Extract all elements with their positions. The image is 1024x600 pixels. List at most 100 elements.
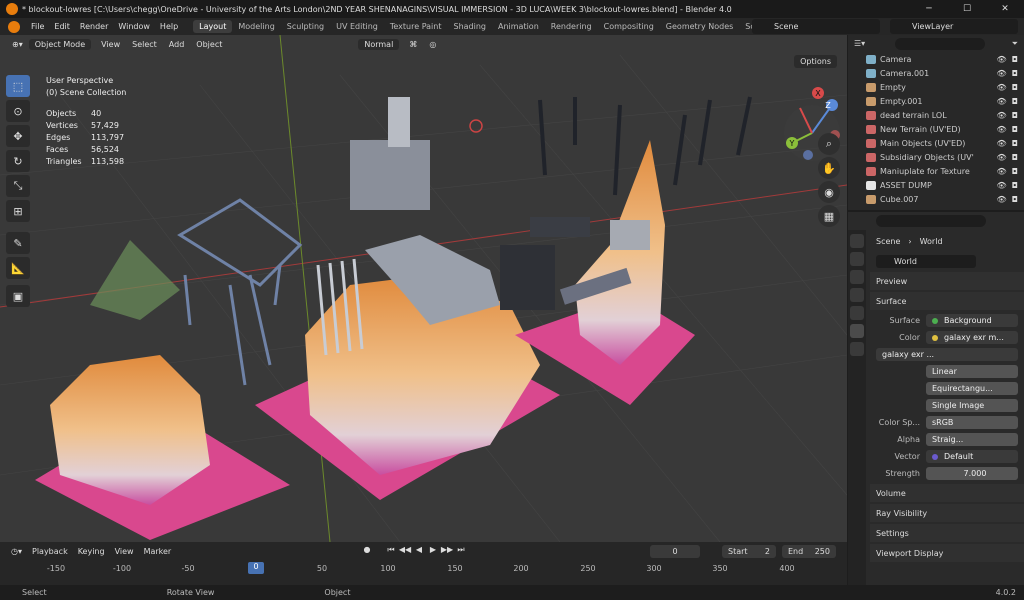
panel-volume[interactable]: Volume (870, 484, 1024, 502)
annotate-tool-icon[interactable]: ✎ (6, 232, 30, 254)
frame-ruler[interactable]: -150 -100 -50 50 100 150 200 250 300 350… (0, 562, 847, 582)
tool-tab-icon[interactable] (850, 234, 864, 248)
options-dropdown[interactable]: Options (794, 55, 837, 68)
camera-view-icon[interactable]: ◉ (818, 181, 840, 203)
prev-key-icon[interactable]: ◀◀ (398, 545, 412, 555)
visibility-eye-icon[interactable]: 👁 (997, 55, 1007, 64)
view-layer-tab-icon[interactable] (850, 288, 864, 302)
end-frame-field[interactable]: End 250 (782, 545, 836, 558)
surface-shader-field[interactable]: Background (926, 314, 1018, 327)
measure-tool-icon[interactable]: 📐 (6, 257, 30, 279)
playhead[interactable]: 0 (248, 562, 264, 574)
visibility-eye-icon[interactable]: 👁 (997, 83, 1007, 92)
start-frame-field[interactable]: Start 2 (722, 545, 776, 558)
move-tool-icon[interactable]: ✥ (6, 125, 30, 147)
properties-search-input[interactable] (876, 215, 986, 227)
panel-ray-visibility[interactable]: Ray Visibility (870, 504, 1024, 522)
tab-modeling[interactable]: Modeling (232, 20, 280, 33)
editor-type-icon[interactable]: ⊕▾ (6, 39, 29, 50)
panel-viewport-display[interactable]: Viewport Display (870, 544, 1024, 562)
render-camera-icon[interactable]: ◘ (1012, 83, 1018, 92)
cursor-tool-icon[interactable]: ⊙ (6, 100, 30, 122)
outliner-item[interactable]: Maniuplate for Texture 👁 ◘ (848, 164, 1024, 178)
jump-start-icon[interactable]: ⏮ (384, 545, 398, 555)
outliner-item[interactable]: Camera 👁 ◘ (848, 52, 1024, 66)
visibility-eye-icon[interactable]: 👁 (997, 181, 1007, 190)
render-camera-icon[interactable]: ◘ (1012, 97, 1018, 106)
panel-surface[interactable]: Surface (870, 292, 1024, 310)
source-dropdown[interactable]: Single Image (926, 399, 1018, 412)
view-layer-selector[interactable]: ViewLayer (890, 19, 1018, 34)
3d-viewport[interactable]: Z Y X ⊕▾ Object Mode View Select Add Obj… (0, 35, 847, 542)
transform-tool-icon[interactable]: ⊞ (6, 200, 30, 222)
strength-field[interactable]: 7.000 (926, 467, 1018, 480)
menu-keying[interactable]: Keying (73, 547, 110, 556)
zoom-icon[interactable]: ⌕ (818, 133, 840, 155)
tab-geometry-nodes[interactable]: Geometry Nodes (660, 20, 739, 33)
scale-tool-icon[interactable]: ⤡ (6, 175, 30, 197)
interpolation-dropdown[interactable]: Linear (926, 365, 1018, 378)
vector-field[interactable]: Default (926, 450, 1018, 463)
render-camera-icon[interactable]: ◘ (1012, 139, 1018, 148)
render-camera-icon[interactable]: ◘ (1012, 167, 1018, 176)
visibility-eye-icon[interactable]: 👁 (997, 167, 1007, 176)
tab-shading[interactable]: Shading (447, 20, 492, 33)
record-icon[interactable]: ● (360, 545, 374, 555)
render-camera-icon[interactable]: ◘ (1012, 111, 1018, 120)
color-space-dropdown[interactable]: sRGB (926, 416, 1018, 429)
play-reverse-icon[interactable]: ◀ (412, 545, 426, 555)
render-camera-icon[interactable]: ◘ (1012, 195, 1018, 204)
next-key-icon[interactable]: ▶▶ (440, 545, 454, 555)
close-button[interactable]: ✕ (986, 0, 1024, 18)
scene-selector[interactable]: Scene (752, 19, 880, 34)
add-cube-tool-icon[interactable]: ▣ (6, 285, 30, 307)
outliner-item[interactable]: Empty.001 👁 ◘ (848, 94, 1024, 108)
menu-add[interactable]: Add (163, 39, 191, 50)
jump-end-icon[interactable]: ⏭ (454, 545, 468, 555)
pan-hand-icon[interactable]: ✋ (818, 157, 840, 179)
filter-icon[interactable]: ⏷ (1012, 39, 1018, 49)
menu-select[interactable]: Select (126, 39, 163, 50)
menu-render[interactable]: Render (75, 22, 113, 31)
visibility-eye-icon[interactable]: 👁 (997, 97, 1007, 106)
visibility-eye-icon[interactable]: 👁 (997, 195, 1007, 204)
current-frame-field[interactable]: 0 (650, 545, 700, 558)
tab-compositing[interactable]: Compositing (598, 20, 660, 33)
panel-settings[interactable]: Settings (870, 524, 1024, 542)
mode-dropdown[interactable]: Object Mode (28, 38, 92, 50)
output-tab-icon[interactable] (850, 270, 864, 284)
orientation-dropdown[interactable]: Normal (358, 38, 400, 50)
maximize-button[interactable]: ☐ (948, 0, 986, 18)
menu-timeline-view[interactable]: View (110, 547, 139, 556)
visibility-eye-icon[interactable]: 👁 (997, 139, 1007, 148)
outliner-search-input[interactable] (895, 37, 986, 50)
tab-animation[interactable]: Animation (492, 20, 545, 33)
proportional-edit-icon[interactable]: ◎ (423, 39, 442, 50)
menu-playback[interactable]: Playback (27, 547, 73, 556)
outliner-item[interactable]: New Terrain (UV'ED) 👁 ◘ (848, 122, 1024, 136)
render-camera-icon[interactable]: ◘ (1012, 153, 1018, 162)
menu-edit[interactable]: Edit (49, 22, 75, 31)
outliner-item[interactable]: ASSET DUMP 👁 ◘ (848, 178, 1024, 192)
rotate-tool-icon[interactable]: ↻ (6, 150, 30, 172)
tab-rendering[interactable]: Rendering (545, 20, 598, 33)
world-selector[interactable]: World (876, 254, 976, 268)
scene-tab-icon[interactable] (850, 306, 864, 320)
visibility-eye-icon[interactable]: 👁 (997, 125, 1007, 134)
tab-layout[interactable]: Layout (193, 20, 233, 33)
menu-help[interactable]: Help (155, 22, 183, 31)
outliner-item[interactable]: Cube.007 👁 ◘ (848, 192, 1024, 206)
outliner-item[interactable]: Empty 👁 ◘ (848, 80, 1024, 94)
select-box-tool-icon[interactable]: ⬚ (6, 75, 30, 97)
render-camera-icon[interactable]: ◘ (1012, 55, 1018, 64)
menu-view[interactable]: View (95, 39, 126, 50)
blender-menu-icon[interactable] (8, 20, 20, 33)
texture-tab-icon[interactable] (850, 342, 864, 356)
visibility-eye-icon[interactable]: 👁 (997, 153, 1007, 162)
timeline-editor-icon[interactable]: ◷▾ (6, 547, 27, 556)
outliner-item[interactable]: Camera.001 👁 ◘ (848, 66, 1024, 80)
menu-object[interactable]: Object (190, 39, 228, 50)
outliner-item[interactable]: Main Objects (UV'ED) 👁 ◘ (848, 136, 1024, 150)
ortho-toggle-icon[interactable]: ▦ (818, 205, 840, 227)
outliner-item[interactable]: dead terrain LOL 👁 ◘ (848, 108, 1024, 122)
